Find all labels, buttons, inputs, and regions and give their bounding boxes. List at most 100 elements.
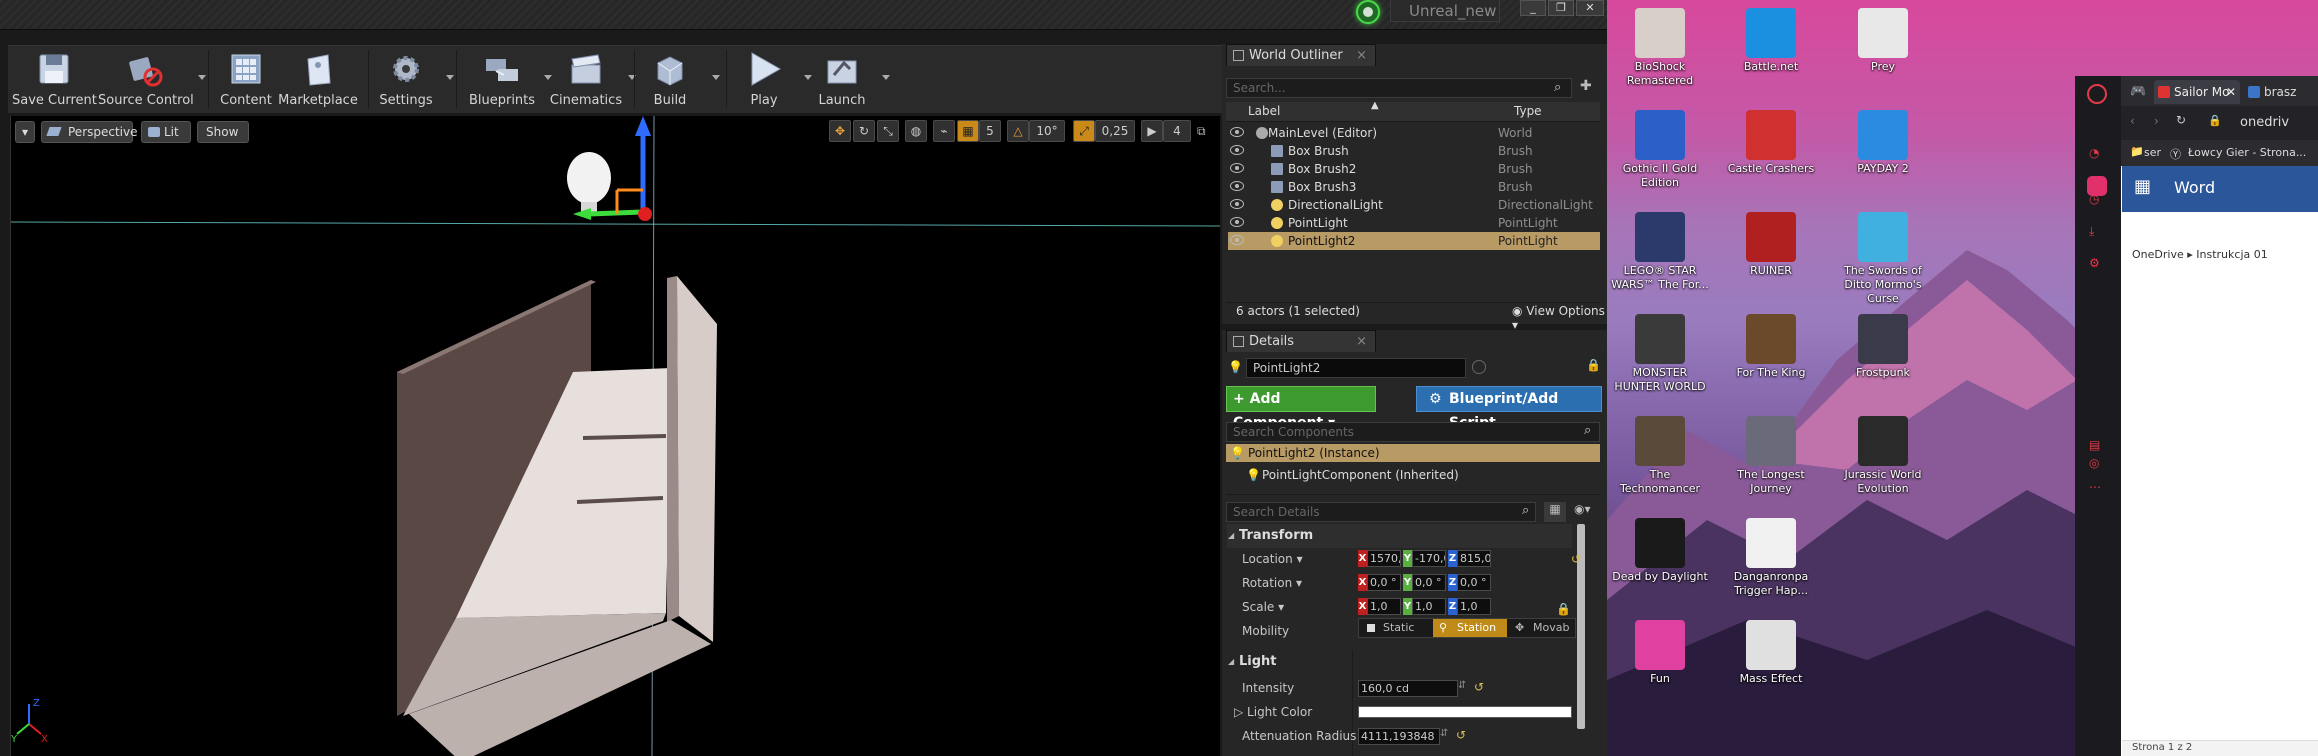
search-components-input[interactable]: Search Components (1226, 422, 1600, 442)
tab-details[interactable]: Details × (1226, 330, 1376, 352)
desktop-icon[interactable]: Castle Crashers (1719, 106, 1823, 206)
label-column-header[interactable]: Label (1248, 104, 1280, 118)
play-button[interactable]: Play (736, 51, 812, 111)
gamepad-icon[interactable]: 🎮 (2130, 84, 2146, 99)
scale-snap-icon[interactable]: ⤢ (1073, 120, 1095, 142)
outliner-row[interactable]: PointLight PointLight (1228, 214, 1600, 232)
desktop-icon[interactable]: The Swords of Ditto Mormo's Curse (1831, 208, 1935, 308)
grid-snap-icon[interactable]: ▦ (957, 120, 979, 142)
outliner-row[interactable]: PointLight2 PointLight (1228, 232, 1600, 250)
transform-rotate-icon[interactable]: ↻ (853, 120, 875, 142)
mobility-stationary[interactable]: ⚲ Station (1433, 619, 1507, 637)
save-current-button[interactable]: Save Current (12, 51, 97, 111)
perspective-button[interactable]: Perspective (41, 121, 138, 143)
desktop-icon[interactable]: RUINER (1719, 208, 1823, 308)
instance-row[interactable]: 💡 PointLight2 (Instance) (1226, 444, 1600, 462)
desktop-icon[interactable]: BioShock Remastered (1608, 4, 1712, 104)
viewport-options-button[interactable]: ▾ (15, 121, 35, 143)
location-y-input[interactable]: -170,0 (1412, 550, 1446, 567)
source-control-button[interactable]: Source Control (98, 51, 206, 111)
launch-dropdown-icon[interactable] (882, 75, 890, 80)
component-row[interactable]: 💡 PointLightComponent (Inherited) (1246, 468, 1459, 482)
outliner-row[interactable]: Box Brush2 Brush (1228, 160, 1600, 178)
outliner-row[interactable]: MainLevel (Editor) World (1228, 124, 1600, 142)
rotation-snap-value[interactable]: 10° (1029, 120, 1065, 142)
settings-icon[interactable]: ⚙ (2089, 256, 2100, 270)
scale-snap-value[interactable]: 0,25 (1095, 120, 1135, 142)
word-app-name[interactable]: Word (2174, 178, 2215, 197)
type-column-header[interactable]: Type (1514, 104, 1542, 118)
scale-x-input[interactable]: 1,0 (1367, 598, 1401, 615)
marketplace-button[interactable]: Marketplace (278, 51, 358, 111)
light-color-swatch[interactable] (1358, 706, 1572, 718)
scale-label[interactable]: Scale ▾ (1242, 600, 1284, 614)
grid-snap-value[interactable]: 5 (979, 120, 1001, 142)
desktop-icon[interactable]: Gothic II Gold Edition (1608, 106, 1712, 206)
desktop-icon[interactable]: The Longest Journey (1719, 412, 1823, 512)
reset-icon[interactable]: ↺ (1456, 728, 1466, 742)
play-dropdown-icon[interactable] (804, 75, 812, 80)
visibility-eye-icon[interactable] (1230, 235, 1244, 245)
close-icon[interactable]: × (1356, 331, 1367, 352)
actor-name-input[interactable]: PointLight2 (1246, 358, 1466, 378)
scale-y-input[interactable]: 1,0 (1412, 598, 1446, 615)
source-control-dropdown-icon[interactable] (198, 75, 206, 80)
spin-icon[interactable]: ⇵ (1458, 680, 1466, 691)
reset-icon[interactable]: ↺ (1571, 552, 1581, 566)
reset-icon[interactable]: ↺ (1474, 680, 1484, 694)
box-icon[interactable]: ▤ (2089, 438, 2100, 452)
cinematics-button[interactable]: Cinematics (548, 51, 636, 111)
visibility-eye-icon[interactable] (1230, 181, 1244, 191)
rotation-snap-icon[interactable]: △ (1007, 120, 1029, 142)
outliner-row[interactable]: DirectionalLight DirectionalLight (1228, 196, 1600, 214)
content-button[interactable]: Content (216, 51, 276, 111)
desktop-icon[interactable]: Danganronpa Trigger Hap... (1719, 514, 1823, 614)
visibility-eye-icon[interactable] (1230, 217, 1244, 227)
light-color-label[interactable]: ▷ Light Color (1234, 705, 1312, 719)
location-x-input[interactable]: 1570,0 (1367, 550, 1401, 567)
light-section[interactable]: Light (1227, 650, 1572, 674)
close-icon[interactable]: × (1356, 45, 1367, 66)
add-component-button[interactable]: + Add Component ▾ (1226, 386, 1376, 431)
surface-snap-icon[interactable]: ⌁ (933, 120, 955, 142)
minimize-button[interactable]: _ (1520, 0, 1546, 16)
intensity-input[interactable]: 160,0 cd (1358, 680, 1458, 697)
app-launcher-icon[interactable]: ▦ (2134, 176, 2151, 197)
desktop-icon[interactable]: Dead by Daylight (1608, 514, 1712, 614)
forward-icon[interactable]: › (2154, 114, 2159, 128)
speed-dial-icon[interactable]: ◔ (2089, 146, 2099, 160)
rotation-z-input[interactable]: 0,0 ° (1457, 574, 1491, 591)
desktop-icon[interactable]: For The King (1719, 310, 1823, 410)
scale-z-input[interactable]: 1,0 (1457, 598, 1491, 615)
rotation-label[interactable]: Rotation ▾ (1242, 576, 1302, 590)
bookmark-lowcy-gier[interactable]: Łowcy Gier - Strona... (2188, 146, 2306, 159)
lock-icon[interactable]: 🔒 (1586, 358, 1601, 372)
downloads-icon[interactable]: ⤓ (2089, 224, 2094, 239)
transform-scale-icon[interactable]: ⤡ (877, 120, 899, 142)
lock-icon[interactable]: 🔒 (1556, 602, 1571, 616)
desktop-icon[interactable]: The Technomancer (1608, 412, 1712, 512)
desktop-icon[interactable]: Prey (1831, 4, 1935, 104)
show-button[interactable]: Show (197, 121, 249, 143)
tab-brasz[interactable]: brasz (2244, 80, 2318, 104)
outliner-row[interactable]: Box Brush Brush (1228, 142, 1600, 160)
property-matrix-icon[interactable]: ▦ (1544, 502, 1566, 522)
maximize-button[interactable]: ❐ (1548, 0, 1574, 16)
breadcrumb-onedrive[interactable]: OneDrive (2132, 248, 2184, 261)
outliner-search-input[interactable]: Search... (1226, 78, 1572, 98)
reload-icon[interactable]: ↻ (2176, 113, 2186, 127)
camera-speed-value[interactable]: 4 (1163, 120, 1191, 142)
settings-dropdown-icon[interactable] (446, 75, 454, 80)
rotation-y-input[interactable]: 0,0 ° (1412, 574, 1446, 591)
history-icon[interactable]: ◷ (2089, 192, 2099, 206)
visibility-eye-icon[interactable] (1230, 145, 1244, 155)
location-label[interactable]: Location ▾ (1242, 552, 1303, 566)
tab-world-outliner[interactable]: World Outliner × (1226, 44, 1376, 66)
close-button[interactable]: ✕ (1576, 0, 1604, 16)
desktop-icon[interactable]: MONSTER HUNTER WORLD (1608, 310, 1712, 410)
transform-translate-icon[interactable]: ✥ (829, 120, 851, 142)
lit-mode-button[interactable]: Lit (141, 121, 191, 143)
opera-logo-icon[interactable] (2087, 84, 2107, 104)
rotation-x-input[interactable]: 0,0 ° (1367, 574, 1401, 591)
bookmark-ser[interactable]: ser (2144, 146, 2161, 159)
